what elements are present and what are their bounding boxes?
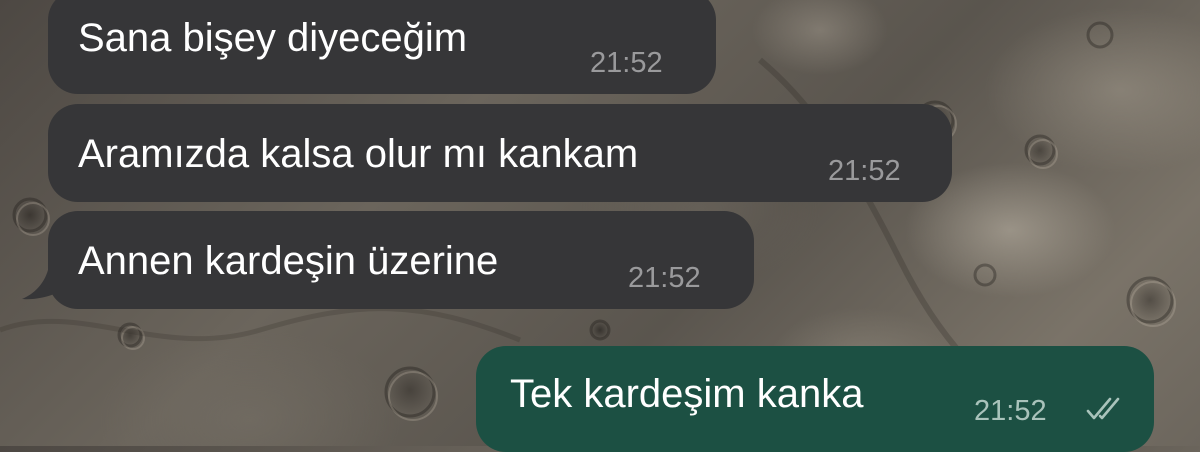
message-timestamp: 21:52 xyxy=(628,262,701,294)
message-text: Sana bişey diyeceğim xyxy=(78,16,468,60)
message-text: Annen kardeşin üzerine xyxy=(78,239,499,283)
message-timestamp: 21:52 xyxy=(828,155,901,187)
message-timestamp: 21:52 xyxy=(974,395,1047,427)
message-bubble-incoming[interactable]: Aramızda kalsa olur mı kankam 21:52 xyxy=(48,104,952,202)
double-check-icon xyxy=(1086,397,1120,420)
message-text: Tek kardeşim kanka xyxy=(510,372,864,416)
message-bubble-incoming[interactable]: Sana bişey diyeceğim 21:52 xyxy=(48,0,716,94)
message-text: Aramızda kalsa olur mı kankam xyxy=(78,132,639,176)
message-bubble-outgoing[interactable]: Tek kardeşim kanka 21:52 xyxy=(476,346,1154,452)
message-timestamp: 21:52 xyxy=(590,47,663,79)
message-bubble-incoming[interactable]: Annen kardeşin üzerine 21:52 xyxy=(48,211,754,309)
